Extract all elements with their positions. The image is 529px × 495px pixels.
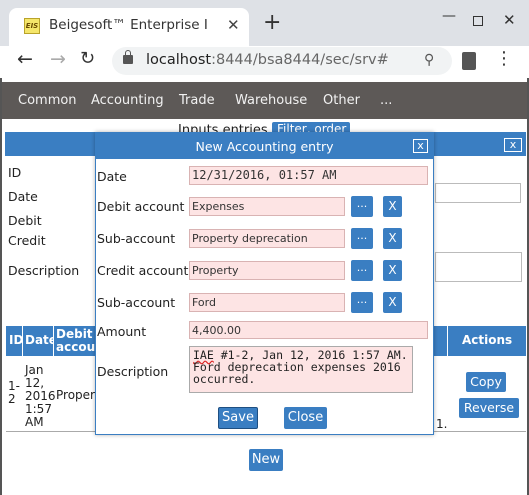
filter-panel-close-icon[interactable]: x	[504, 138, 522, 152]
debit-account-field[interactable]: Expenses	[189, 197, 345, 216]
debit-subaccount-clear-button[interactable]: X	[383, 228, 402, 249]
date-label: Date	[97, 169, 127, 184]
save-button[interactable]: Save	[218, 407, 258, 429]
more-menu-icon[interactable]: ⋮	[495, 48, 513, 69]
browser-tab-strip: EIS Beigesoft™ Enterprise Info ✕ + — ✕	[0, 0, 529, 46]
amount-field[interactable]: 4,400.00	[189, 321, 428, 339]
filter-label-credit: Credit	[8, 233, 46, 248]
menu-common[interactable]: Common	[18, 93, 77, 108]
menu-warehouse[interactable]: Warehouse	[235, 93, 307, 108]
close-button[interactable]: Close	[284, 407, 327, 429]
credit-subaccount-clear-button[interactable]: X	[383, 292, 402, 313]
dialog-header: New Accounting entry x	[96, 133, 433, 159]
dialog-title: New Accounting entry	[195, 139, 334, 154]
filter-description-field[interactable]	[435, 252, 522, 282]
credit-account-pick-button[interactable]: ...	[351, 260, 373, 281]
col-date: Date	[25, 333, 53, 347]
reload-icon[interactable]: ↻	[80, 48, 95, 69]
description-label: Description	[97, 364, 169, 379]
menu-more[interactable]: ...	[380, 93, 392, 108]
new-entry-button[interactable]: New	[249, 449, 283, 471]
filter-label-debit: Debit	[8, 213, 42, 228]
credit-subaccount-label: Sub-account	[97, 295, 176, 310]
new-tab-icon[interactable]: +	[263, 12, 281, 34]
credit-subaccount-pick-button[interactable]: ...	[351, 292, 373, 313]
window-close-icon[interactable]: ✕	[503, 11, 516, 29]
back-arrow-icon[interactable]: ←	[17, 48, 33, 70]
debit-account-clear-button[interactable]: X	[383, 196, 402, 217]
menu-other[interactable]: Other	[323, 93, 360, 108]
menu-trade[interactable]: Trade	[179, 93, 215, 108]
dialog-close-icon[interactable]: x	[413, 139, 428, 153]
main-menu: Common Accounting Trade Warehouse Other …	[2, 82, 527, 119]
credit-subaccount-field[interactable]: Ford	[189, 293, 345, 312]
row-debit: Propert	[56, 388, 100, 402]
zoom-icon[interactable]: ⚲	[424, 52, 434, 68]
debit-subaccount-field[interactable]: Property deprecation	[189, 229, 345, 248]
filter-label-id: ID	[8, 165, 22, 180]
row-id: 1-2	[8, 379, 20, 406]
debit-subaccount-label: Sub-account	[97, 231, 176, 246]
debit-account-label: Debit account	[97, 199, 185, 214]
credit-account-label: Credit account	[97, 263, 189, 278]
forward-arrow-icon[interactable]: →	[50, 48, 66, 70]
new-accounting-entry-dialog: New Accounting entry x Date 12/31/2016, …	[95, 132, 434, 435]
col-debit-account: Debit account	[56, 328, 98, 354]
row-trailing-text: 1.	[436, 417, 448, 431]
minimize-icon[interactable]: —	[442, 8, 456, 24]
lock-icon	[123, 50, 133, 64]
credit-account-clear-button[interactable]: X	[383, 260, 402, 281]
credit-account-field[interactable]: Property	[189, 261, 345, 280]
date-field[interactable]: 12/31/2016, 01:57 AM	[189, 166, 428, 185]
col-actions: Actions	[462, 333, 513, 347]
url-text: localhost:8444/bsa8444/sec/srv#	[146, 52, 389, 68]
debit-subaccount-pick-button[interactable]: ...	[351, 228, 373, 249]
tab-close-icon[interactable]: ✕	[227, 16, 240, 34]
filter-label-date: Date	[8, 189, 38, 204]
address-bar[interactable]: localhost:8444/bsa8444/sec/srv# ⚲	[112, 47, 452, 75]
profile-icon[interactable]	[462, 52, 476, 70]
description-textarea[interactable]: IAE #1-2, Jan 12, 2016 1:57 AM. Ford dep…	[189, 346, 413, 393]
menu-accounting[interactable]: Accounting	[91, 93, 164, 108]
reverse-button[interactable]: Reverse	[459, 398, 519, 418]
filter-date-field[interactable]	[435, 183, 521, 203]
maximize-icon[interactable]	[473, 16, 483, 26]
filter-label-description: Description	[8, 263, 80, 278]
eis-favicon-icon: EIS	[24, 18, 40, 34]
copy-button[interactable]: Copy	[466, 372, 506, 392]
browser-toolbar: ← → ↻ localhost:8444/bsa8444/sec/srv# ⚲ …	[0, 46, 529, 78]
amount-label: Amount	[97, 324, 147, 339]
row-date: Jan 12, 2016 1:57 AM	[25, 363, 56, 429]
browser-tab[interactable]: EIS Beigesoft™ Enterprise Info ✕	[9, 8, 249, 46]
tab-title: Beigesoft™ Enterprise Info	[49, 17, 207, 33]
debit-account-pick-button[interactable]: ...	[351, 196, 373, 217]
